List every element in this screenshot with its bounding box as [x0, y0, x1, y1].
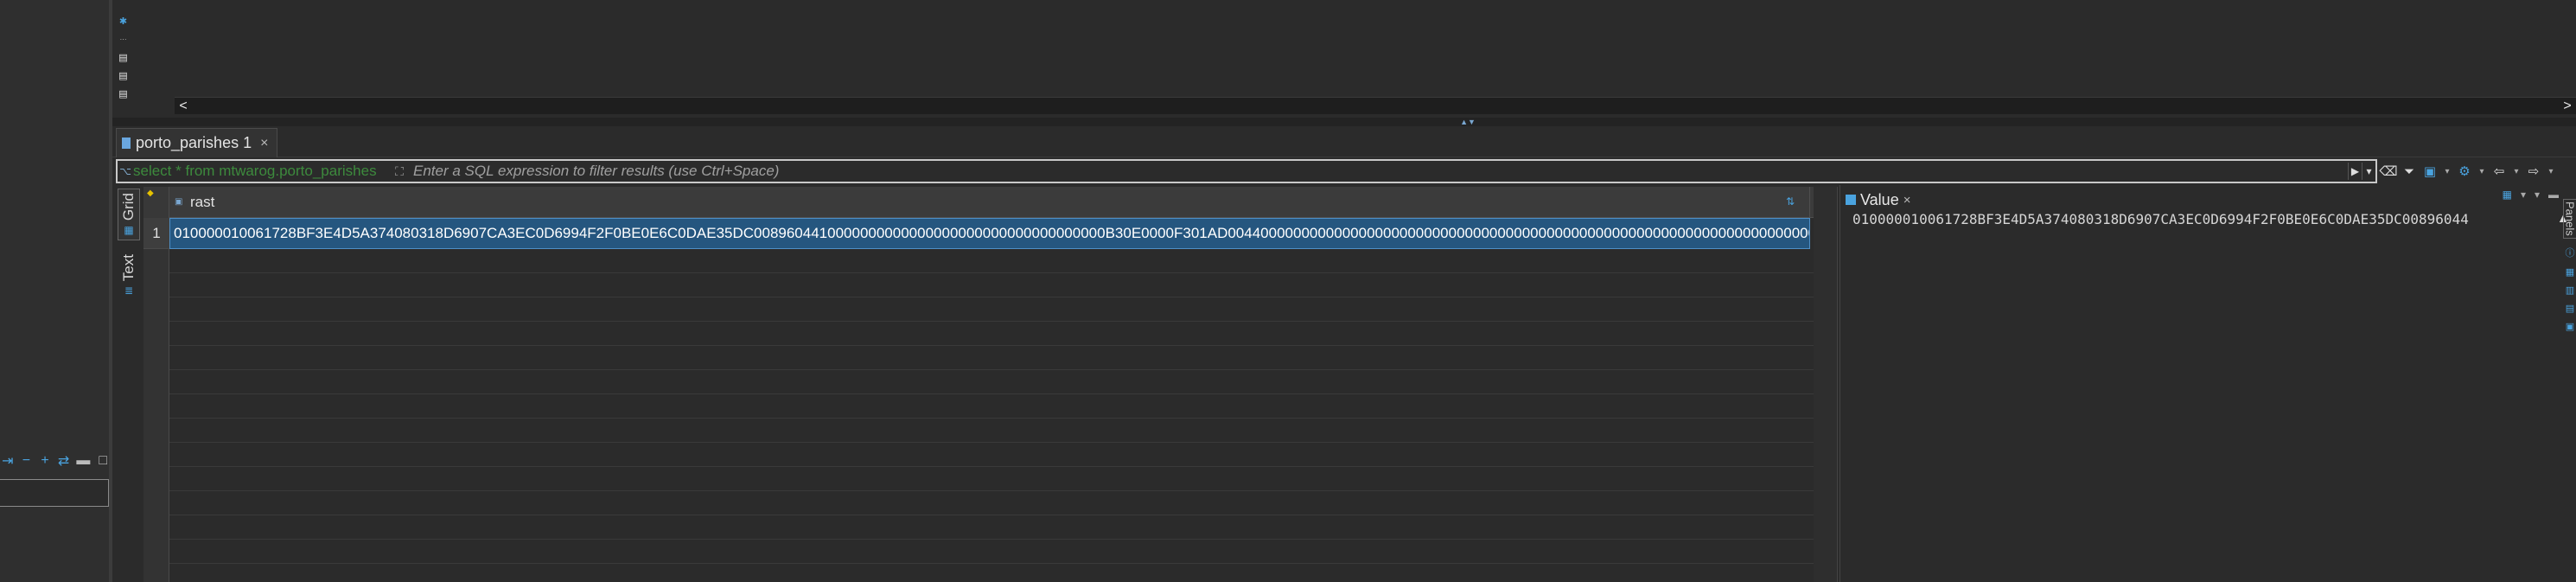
dropdown-icon[interactable]: ▾ — [2547, 163, 2555, 180]
tab-value[interactable]: Value × — [1846, 189, 1910, 211]
calc-icon[interactable]: ▤ — [2566, 303, 2574, 314]
value-toolbar: ▦ ▾ ▾ ▬ — [2503, 189, 2559, 201]
dropdown-icon[interactable]: ▾ — [2443, 163, 2452, 180]
grid-corner[interactable]: ◆ — [143, 187, 169, 218]
column-header-label: rast — [190, 194, 215, 210]
minus-icon[interactable]: − — [21, 453, 33, 468]
sash-grip-icon[interactable]: ▲▼ — [1452, 118, 1483, 126]
filter-input[interactable]: Enter a SQL expression to filter results… — [413, 163, 2348, 180]
warning-icon: ◆ — [147, 189, 154, 198]
settings-icon[interactable]: ⚙ — [2457, 163, 2472, 180]
table-icon — [122, 138, 131, 149]
results-grid[interactable]: ◆ ▣ rast ⇅ 1 010000010061728BF3E4D5A3740… — [143, 187, 1815, 582]
row-gutter — [143, 218, 169, 582]
erase-icon[interactable]: ⌫ — [2379, 163, 2397, 180]
results-tabbar — [112, 126, 2576, 157]
column-type-icon: ▣ — [175, 197, 183, 207]
close-icon[interactable]: × — [1903, 193, 1911, 208]
expand-icon[interactable]: ⛶ — [392, 164, 406, 179]
sort-icon[interactable]: ⇅ — [1783, 194, 1797, 209]
value-icon — [1846, 195, 1856, 205]
value-content[interactable]: 010000010061728BF3E4D5A374080318D6907CA3… — [1852, 211, 2553, 227]
editor-results-sash[interactable]: ▲▼ — [112, 118, 2576, 126]
right-dock: Panels ⓘ ▦ ▥ ▤ ▣ — [2562, 199, 2576, 582]
image-icon[interactable]: ▣ — [2566, 321, 2574, 332]
forward-icon[interactable]: ⇨ — [2526, 163, 2541, 180]
dropdown-icon[interactable]: ▾ — [2512, 163, 2521, 180]
minimize-icon[interactable]: ▬ — [76, 453, 90, 468]
maximize-icon[interactable]: □ — [97, 453, 109, 468]
results-view-switcher: Grid ▦ Text ≣ — [116, 185, 142, 582]
column-header-rast[interactable]: ▣ rast ⇅ — [169, 187, 1810, 218]
navigator-toolbar: ⇥ − + ⇄ ▬ □ — [0, 450, 109, 472]
scroll-left-icon[interactable]: < — [175, 98, 192, 115]
document-error-icon: ▤ — [118, 71, 128, 81]
navigator-filter-input[interactable] — [0, 479, 109, 507]
filter-bar[interactable]: ⌥ select * from mtwarog.porto_parishes ⛶… — [116, 159, 2377, 183]
table-cell[interactable]: 010000010061728BF3E4D5A374080318D6907CA3… — [169, 218, 1810, 249]
navigator-panel: ⇥ − + ⇄ ▬ □ — [0, 0, 109, 582]
filter-toolbar: ⌫ ⏷ ▣ ▾ ⚙ ▾ ⇦ ▾ ⇨ ▾ — [2379, 159, 2576, 183]
filter-dropdown-icon[interactable]: ▾ — [2362, 163, 2375, 180]
document-icon: ▤ — [118, 89, 128, 99]
filter-history-icon[interactable]: ⌥ — [118, 163, 133, 179]
editor-gutter-icons: ✱ ⋯ ▤ ▤ ▤ — [118, 16, 130, 99]
add-icon[interactable]: + — [39, 453, 51, 468]
collapse-icon[interactable]: ⇥ — [2, 454, 14, 469]
apply-filter-icon[interactable]: ▶ — [2348, 163, 2362, 180]
document-icon: ▤ — [118, 53, 128, 63]
scroll-right-icon[interactable]: > — [2559, 98, 2576, 115]
dots-icon: ⋯ — [119, 35, 127, 43]
query-text: select * from mtwarog.porto_parishes — [133, 163, 377, 179]
snowflake-icon: ✱ — [118, 16, 128, 27]
tab-label: porto_parishes 1 — [136, 134, 252, 151]
tab-text-label: Text — [120, 254, 137, 282]
grid-right-padding — [1814, 187, 1838, 582]
link-icon[interactable]: ⇄ — [58, 454, 70, 469]
text-icon: ≣ — [124, 285, 134, 297]
panels-tab[interactable]: Panels — [2562, 199, 2576, 239]
filter-icon[interactable]: ⏷ — [2401, 163, 2417, 180]
tab-text[interactable]: Text ≣ — [118, 254, 140, 297]
grid-icon: ▦ — [124, 224, 134, 237]
grid-empty-rows — [169, 249, 1815, 582]
editor-horizontal-scrollbar[interactable]: < > — [175, 97, 2576, 114]
minimize-icon[interactable]: ▬ — [2548, 189, 2559, 201]
tab-grid[interactable]: Grid ▦ — [118, 189, 140, 241]
menu-icon[interactable]: ▾ — [2535, 189, 2540, 201]
info-icon[interactable]: ⓘ — [2566, 246, 2575, 259]
value-tab-label: Value — [1860, 190, 1899, 208]
save-icon[interactable]: ▣ — [2422, 163, 2438, 180]
close-icon[interactable]: × — [260, 136, 268, 151]
chart-icon[interactable]: ▥ — [2566, 285, 2574, 296]
dropdown-icon[interactable]: ▾ — [2477, 163, 2486, 180]
row-number[interactable]: 1 — [143, 218, 169, 249]
dropdown-icon[interactable]: ▾ — [2521, 189, 2526, 201]
value-panel: Value × ▦ ▾ ▾ ▬ 010000010061728BF3E4D5A3… — [1840, 185, 2576, 582]
grid-icon[interactable]: ▦ — [2566, 266, 2574, 278]
back-icon[interactable]: ⇦ — [2491, 163, 2507, 180]
tab-porto-parishes[interactable]: porto_parishes 1 × — [116, 128, 278, 157]
tab-grid-label: Grid — [120, 193, 137, 221]
format-icon[interactable]: ▦ — [2503, 189, 2512, 201]
grid-header: ▣ rast ⇅ — [169, 187, 1815, 218]
